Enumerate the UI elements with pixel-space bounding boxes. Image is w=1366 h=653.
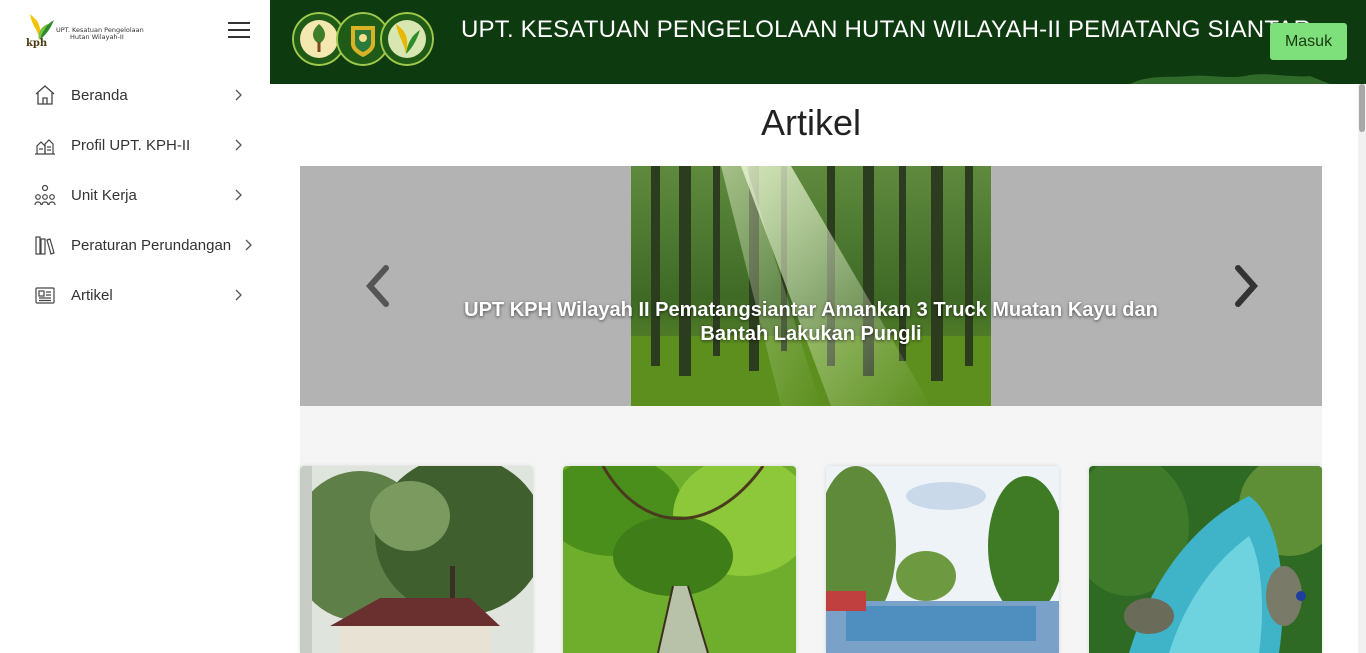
chevron-right-icon <box>235 89 242 101</box>
people-network-icon <box>34 184 56 206</box>
treeline-decoration <box>1130 74 1330 84</box>
scrollbar-thumb[interactable] <box>1359 84 1365 132</box>
carousel-prev-icon[interactable] <box>360 262 396 310</box>
article-card[interactable] <box>1089 466 1322 653</box>
blue-river-photo <box>1089 466 1322 653</box>
home-icon <box>35 85 55 105</box>
chevron-right-icon <box>235 139 242 151</box>
brand-line2: Hutan Wilayah-II <box>70 33 124 41</box>
forest-sunbeam-photo[interactable] <box>631 166 991 406</box>
page-scrollbar[interactable] <box>1358 84 1366 653</box>
sidebar-menu: Beranda Profil UPT. KPH-II Unit Kerja Pe… <box>0 70 270 320</box>
article-carousel[interactable]: UPT KPH Wilayah II Pematangsiantar Amank… <box>300 166 1322 406</box>
chevron-right-icon <box>245 239 252 251</box>
article-card[interactable] <box>826 466 1059 653</box>
brand-text: UPT. Kesatuan Pengelolaan Hutan Wilayah-… <box>56 27 144 41</box>
sidebar-item-label: Peraturan Perundangan <box>71 236 232 254</box>
sidebar-item-label: Artikel <box>71 286 113 304</box>
article-card[interactable] <box>563 466 796 653</box>
tree-building-photo <box>300 466 533 653</box>
sidebar-item-artikel[interactable]: Artikel <box>0 270 270 320</box>
sidebar: kph UPT. Kesatuan Pengelolaan Hutan Wila… <box>0 0 270 653</box>
brand-logo[interactable]: kph UPT. Kesatuan Pengelolaan Hutan Wila… <box>26 12 156 54</box>
sidebar-item-label: Beranda <box>71 86 128 104</box>
chevron-right-icon <box>235 289 242 301</box>
top-header: UPT. KESATUAN PENGELOLAAN HUTAN WILAYAH-… <box>270 0 1366 84</box>
sidebar-item-label: Unit Kerja <box>71 186 137 204</box>
carousel-next-icon[interactable] <box>1228 262 1264 310</box>
buildings-icon <box>35 139 55 155</box>
chevron-right-icon <box>235 189 242 201</box>
sidebar-item-profil[interactable]: Profil UPT. KPH-II <box>0 120 270 170</box>
sidebar-item-unit-kerja[interactable]: Unit Kerja <box>0 170 270 220</box>
forest-bridge-photo <box>563 466 796 653</box>
brand-short: kph <box>26 38 48 49</box>
carousel-caption[interactable]: UPT KPH Wilayah II Pematangsiantar Amank… <box>440 298 1182 346</box>
login-button[interactable]: Masuk <box>1270 23 1347 60</box>
newspaper-icon <box>35 287 55 304</box>
article-card[interactable] <box>300 466 533 653</box>
site-title: UPT. KESATUAN PENGELOLAAN HUTAN WILAYAH-… <box>461 16 1312 43</box>
sidebar-item-beranda[interactable]: Beranda <box>0 70 270 120</box>
park-entrance-photo <box>826 466 1059 653</box>
menu-toggle-icon[interactable] <box>228 22 252 42</box>
books-icon <box>35 236 55 255</box>
kph-emblem-icon <box>380 12 434 66</box>
sidebar-item-label: Profil UPT. KPH-II <box>71 136 191 154</box>
header-logos <box>292 12 434 68</box>
sidebar-item-peraturan[interactable]: Peraturan Perundangan <box>0 220 270 270</box>
page-title: Artikel <box>760 102 862 143</box>
